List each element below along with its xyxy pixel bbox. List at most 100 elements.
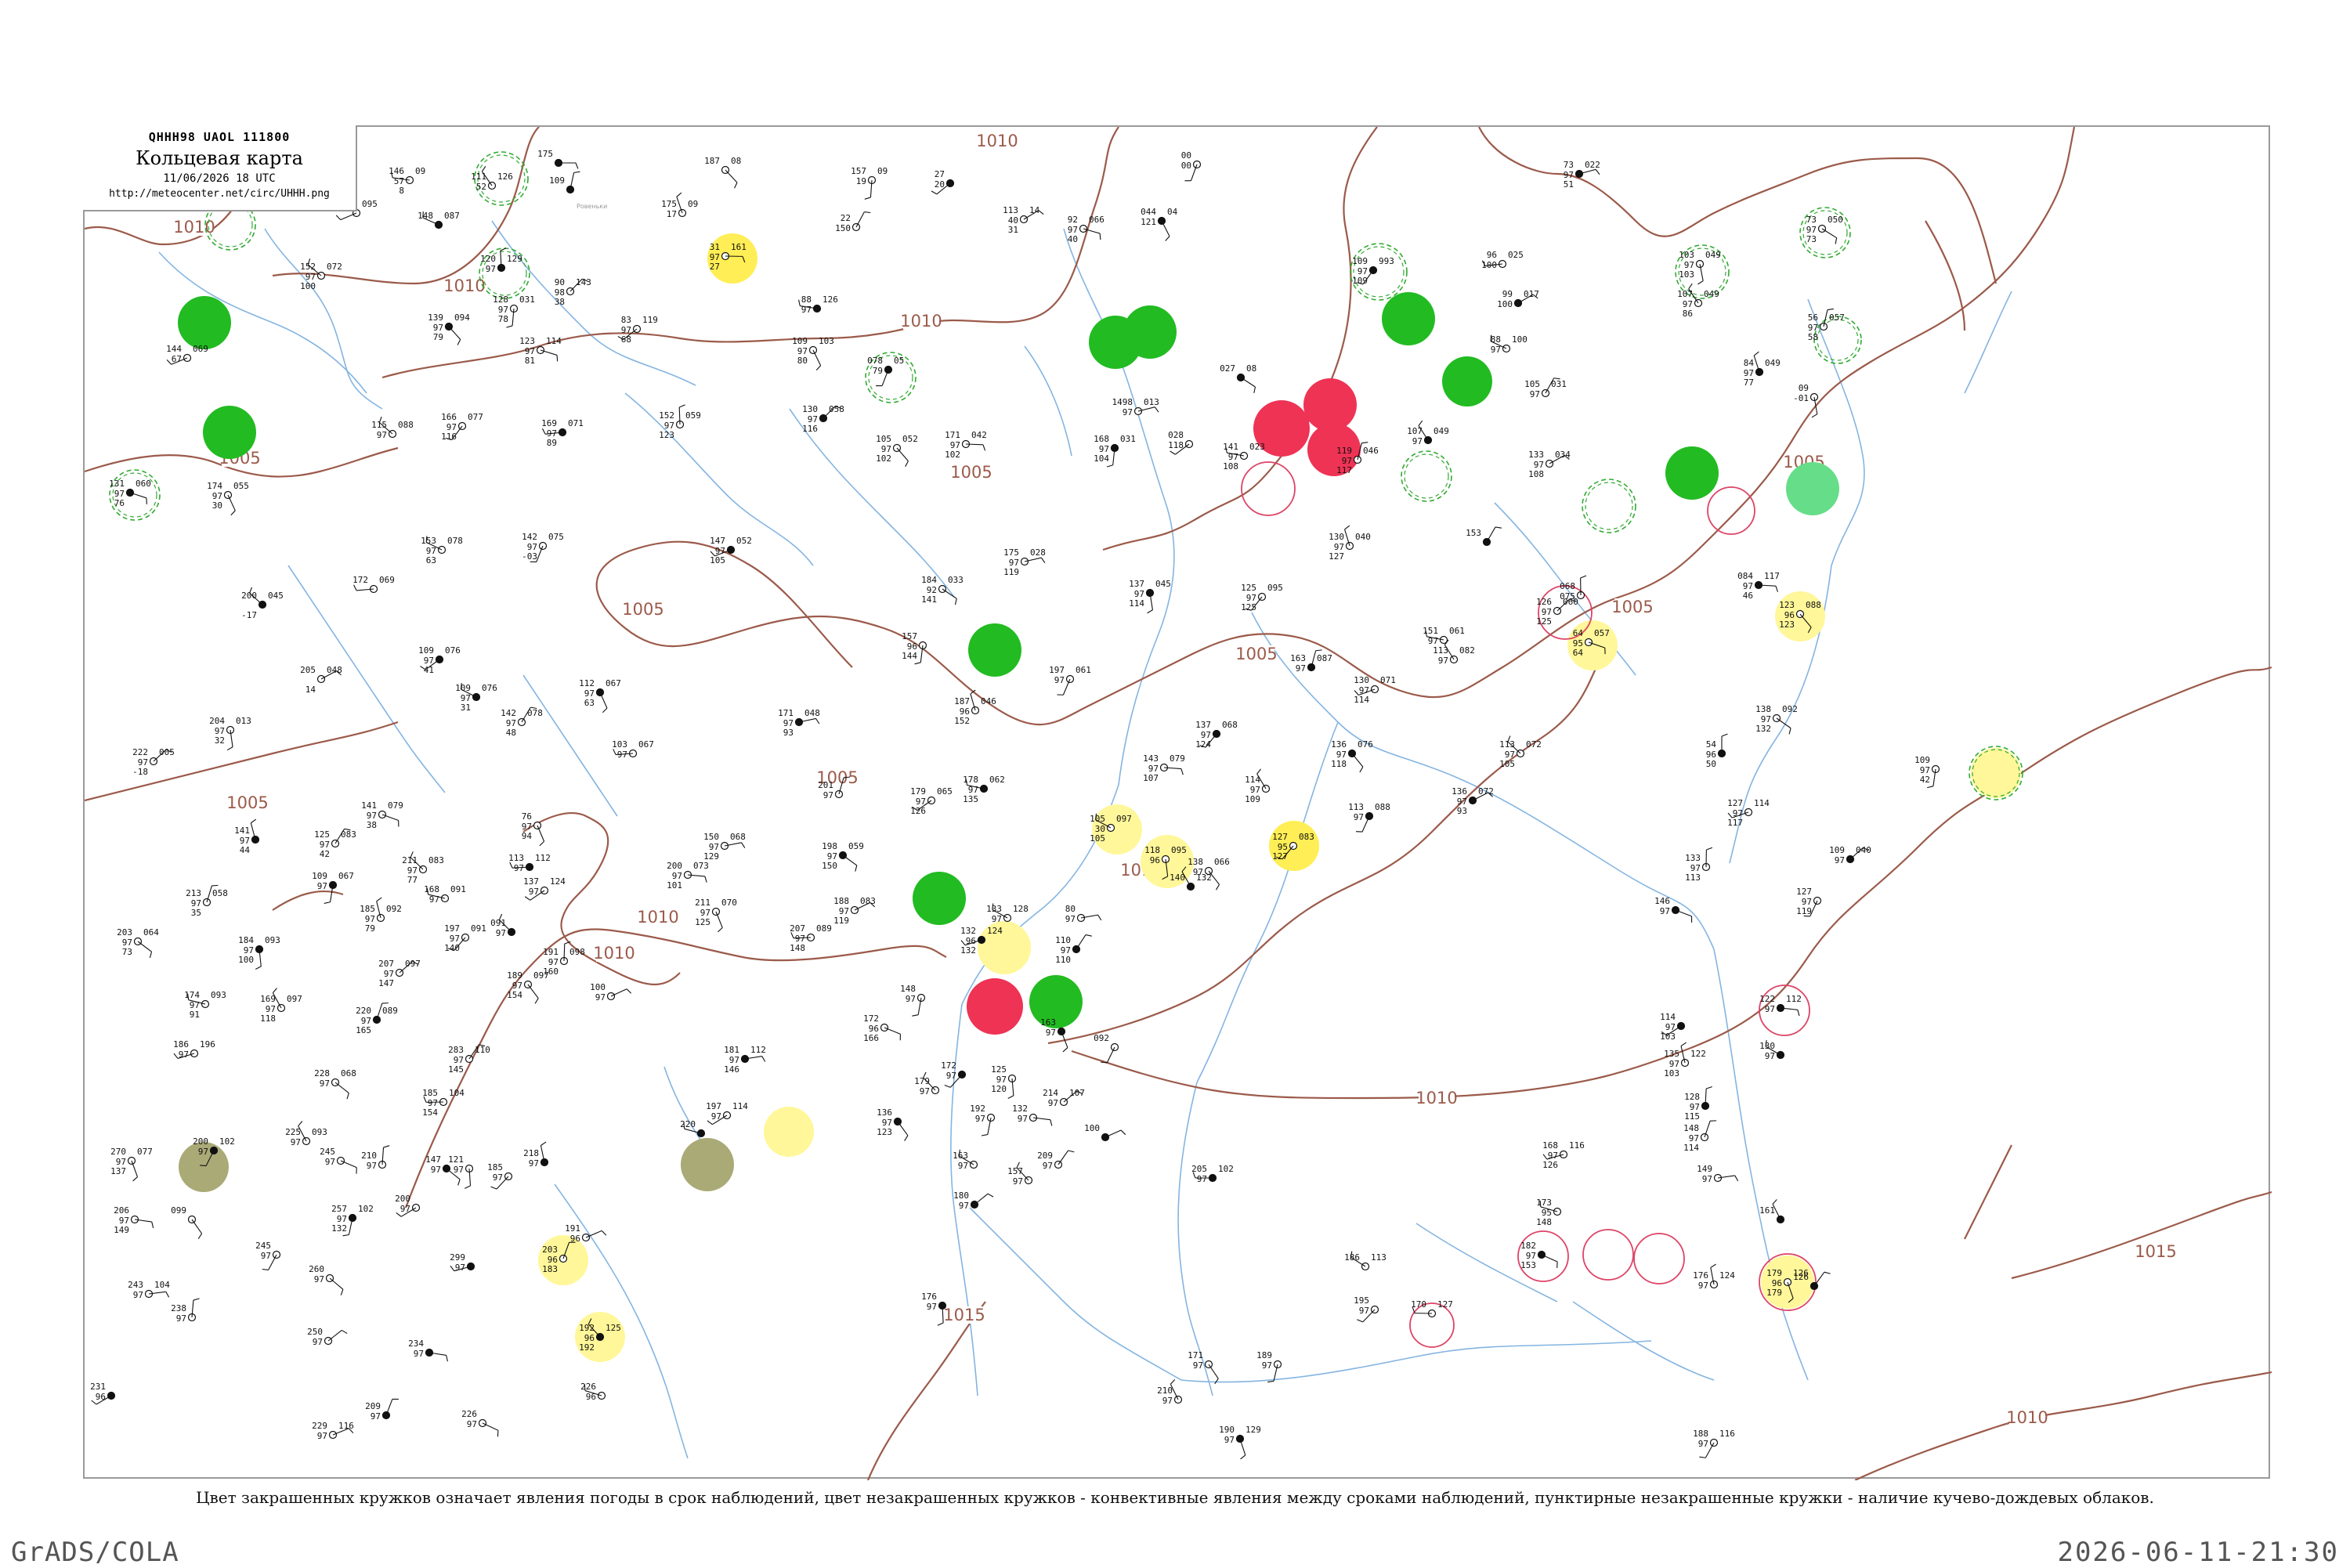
wind-barb (1542, 1255, 1557, 1262)
station-temperature: 186 (1344, 1252, 1360, 1263)
station-dewpoint: 80 (797, 356, 808, 366)
map-url[interactable]: http://meteocenter.net/circ/UHHH.png (83, 188, 356, 200)
wind-barb (856, 212, 864, 227)
station-plot: 14609578 (389, 166, 425, 196)
station-dewpoint: 152 (954, 716, 970, 726)
station-temperature: 189 (1256, 1350, 1272, 1360)
weather-circle-green (1382, 292, 1435, 345)
station-dewpoint: 105 (1090, 833, 1105, 844)
station-plot: 14207597-03 (522, 532, 564, 562)
station-temperature: 141 (234, 826, 250, 836)
station-plot: 10906797 (312, 871, 354, 903)
wind-barb-feather (865, 197, 871, 199)
station-dewpoint: 103 (1660, 1031, 1676, 1042)
station-temperature: 209 (1037, 1151, 1053, 1161)
station-pressure: 060 (1563, 597, 1578, 607)
station-plot: 1070499786 (1677, 284, 1719, 319)
wind-barb-feather (446, 1355, 448, 1361)
station-plot: 1099742 (1914, 755, 1939, 788)
station-temperature: 83 (621, 315, 631, 325)
station-plot: 11497109 (1245, 769, 1269, 804)
wind-barb-feather (174, 1053, 178, 1058)
wind-barb (564, 944, 565, 961)
station-dewpoint: 127 (1272, 851, 1288, 862)
weather-filled-circles (178, 233, 2021, 1362)
station-pressure: 095 (362, 199, 378, 209)
station-plot: 16308797 (1290, 650, 1332, 674)
station-visibility: 97 (975, 1114, 985, 1124)
station-temperature: 174 (207, 481, 222, 491)
station-visibility: 97 (1702, 1174, 1712, 1184)
wind-barb (341, 213, 356, 220)
station-plot: 22697 (461, 1409, 498, 1436)
wind-barb-feather (377, 898, 382, 901)
station-temperature: 229 (312, 1421, 327, 1431)
station-dewpoint: 109 (1245, 794, 1260, 804)
station-pressure: 033 (948, 575, 964, 585)
cb-circle (1582, 479, 1636, 533)
station-pressure: 112 (750, 1045, 766, 1055)
station-pressure: 076 (482, 683, 497, 693)
station-plot: 29997 (450, 1252, 474, 1273)
station-pressure: 067 (338, 871, 354, 881)
station-plot: 23897 (171, 1299, 199, 1324)
station-dewpoint: 117 (1727, 818, 1743, 828)
wind-barb-feather (324, 902, 331, 904)
station-plot: 1690719789 (541, 418, 584, 448)
station-plot: 96025100 (1481, 250, 1524, 270)
station-temperature: 109 (418, 645, 434, 656)
station-temperature: 243 (128, 1280, 143, 1290)
wind-barb-feather (816, 366, 820, 370)
wind-barb (1487, 527, 1495, 542)
station-pressure: 114 (732, 1101, 748, 1111)
station-temperature: 133 (1685, 853, 1701, 863)
station-pressure: 072 (327, 262, 342, 272)
wind-barb-feather (602, 1230, 606, 1235)
station-visibility: -01 (1793, 393, 1809, 403)
station-plot: 1410799738 (361, 800, 403, 830)
station-temperature: 90 (555, 277, 565, 287)
wind-barb-feather (212, 885, 218, 886)
wind-barb-feather (1689, 284, 1693, 289)
station-plot: 17502897119 (1003, 547, 1046, 577)
station-temperature: 163 (1040, 1017, 1056, 1028)
wind-barb-feather (1711, 1264, 1716, 1267)
station-plot: 175 (537, 149, 578, 168)
wind-barb-feather (576, 163, 578, 168)
station-plot: 17612497 (1693, 1264, 1735, 1291)
station-temperature: 107 (1407, 426, 1423, 436)
station-temperature: 220 (356, 1006, 371, 1016)
station-visibility: 97 (431, 1165, 441, 1175)
wind-barb-feather (540, 1142, 546, 1145)
station-pressure: 040 (1856, 845, 1871, 855)
station-visibility: 97 (958, 1161, 968, 1171)
station-plot: 19706197 (1049, 665, 1091, 695)
station-visibility: 97 (377, 430, 387, 440)
station-pressure: 066 (1214, 857, 1230, 867)
weather-circle-lightgreen (1786, 462, 1839, 515)
station-temperature: 22 (841, 213, 851, 223)
wind-barb-feather (945, 1086, 950, 1088)
station-visibility: 97 (1193, 1360, 1203, 1371)
weather-circle-olive (681, 1138, 734, 1191)
station-plot: 12211297 (1759, 994, 1802, 1016)
station-plot: 840499777 (1744, 352, 1781, 388)
wind-barb (966, 444, 983, 445)
station-visibility: 97 (291, 1137, 301, 1147)
station-pressure: 102 (1218, 1164, 1234, 1174)
station-temperature: 128 (493, 294, 508, 305)
wind-barb-feather (1824, 1272, 1831, 1274)
station-visibility: 97 (959, 1201, 969, 1211)
station-visibility: 20 (935, 179, 945, 190)
station-temperature: 222 (132, 747, 148, 757)
station-pressure: 093 (265, 935, 280, 945)
station-plot: 11311297 (508, 853, 551, 873)
wind-barb-feather (1789, 728, 1791, 735)
station-pressure: 05 (894, 356, 904, 366)
wind-barb-feather (1681, 1042, 1687, 1046)
station-temperature: 027 (1220, 363, 1235, 374)
station-plot: 18111297146 (724, 1045, 766, 1075)
station-visibility: 97 (429, 894, 439, 905)
station-temperature: 174 (184, 990, 200, 1000)
station-temperature: 186 (173, 1039, 189, 1050)
